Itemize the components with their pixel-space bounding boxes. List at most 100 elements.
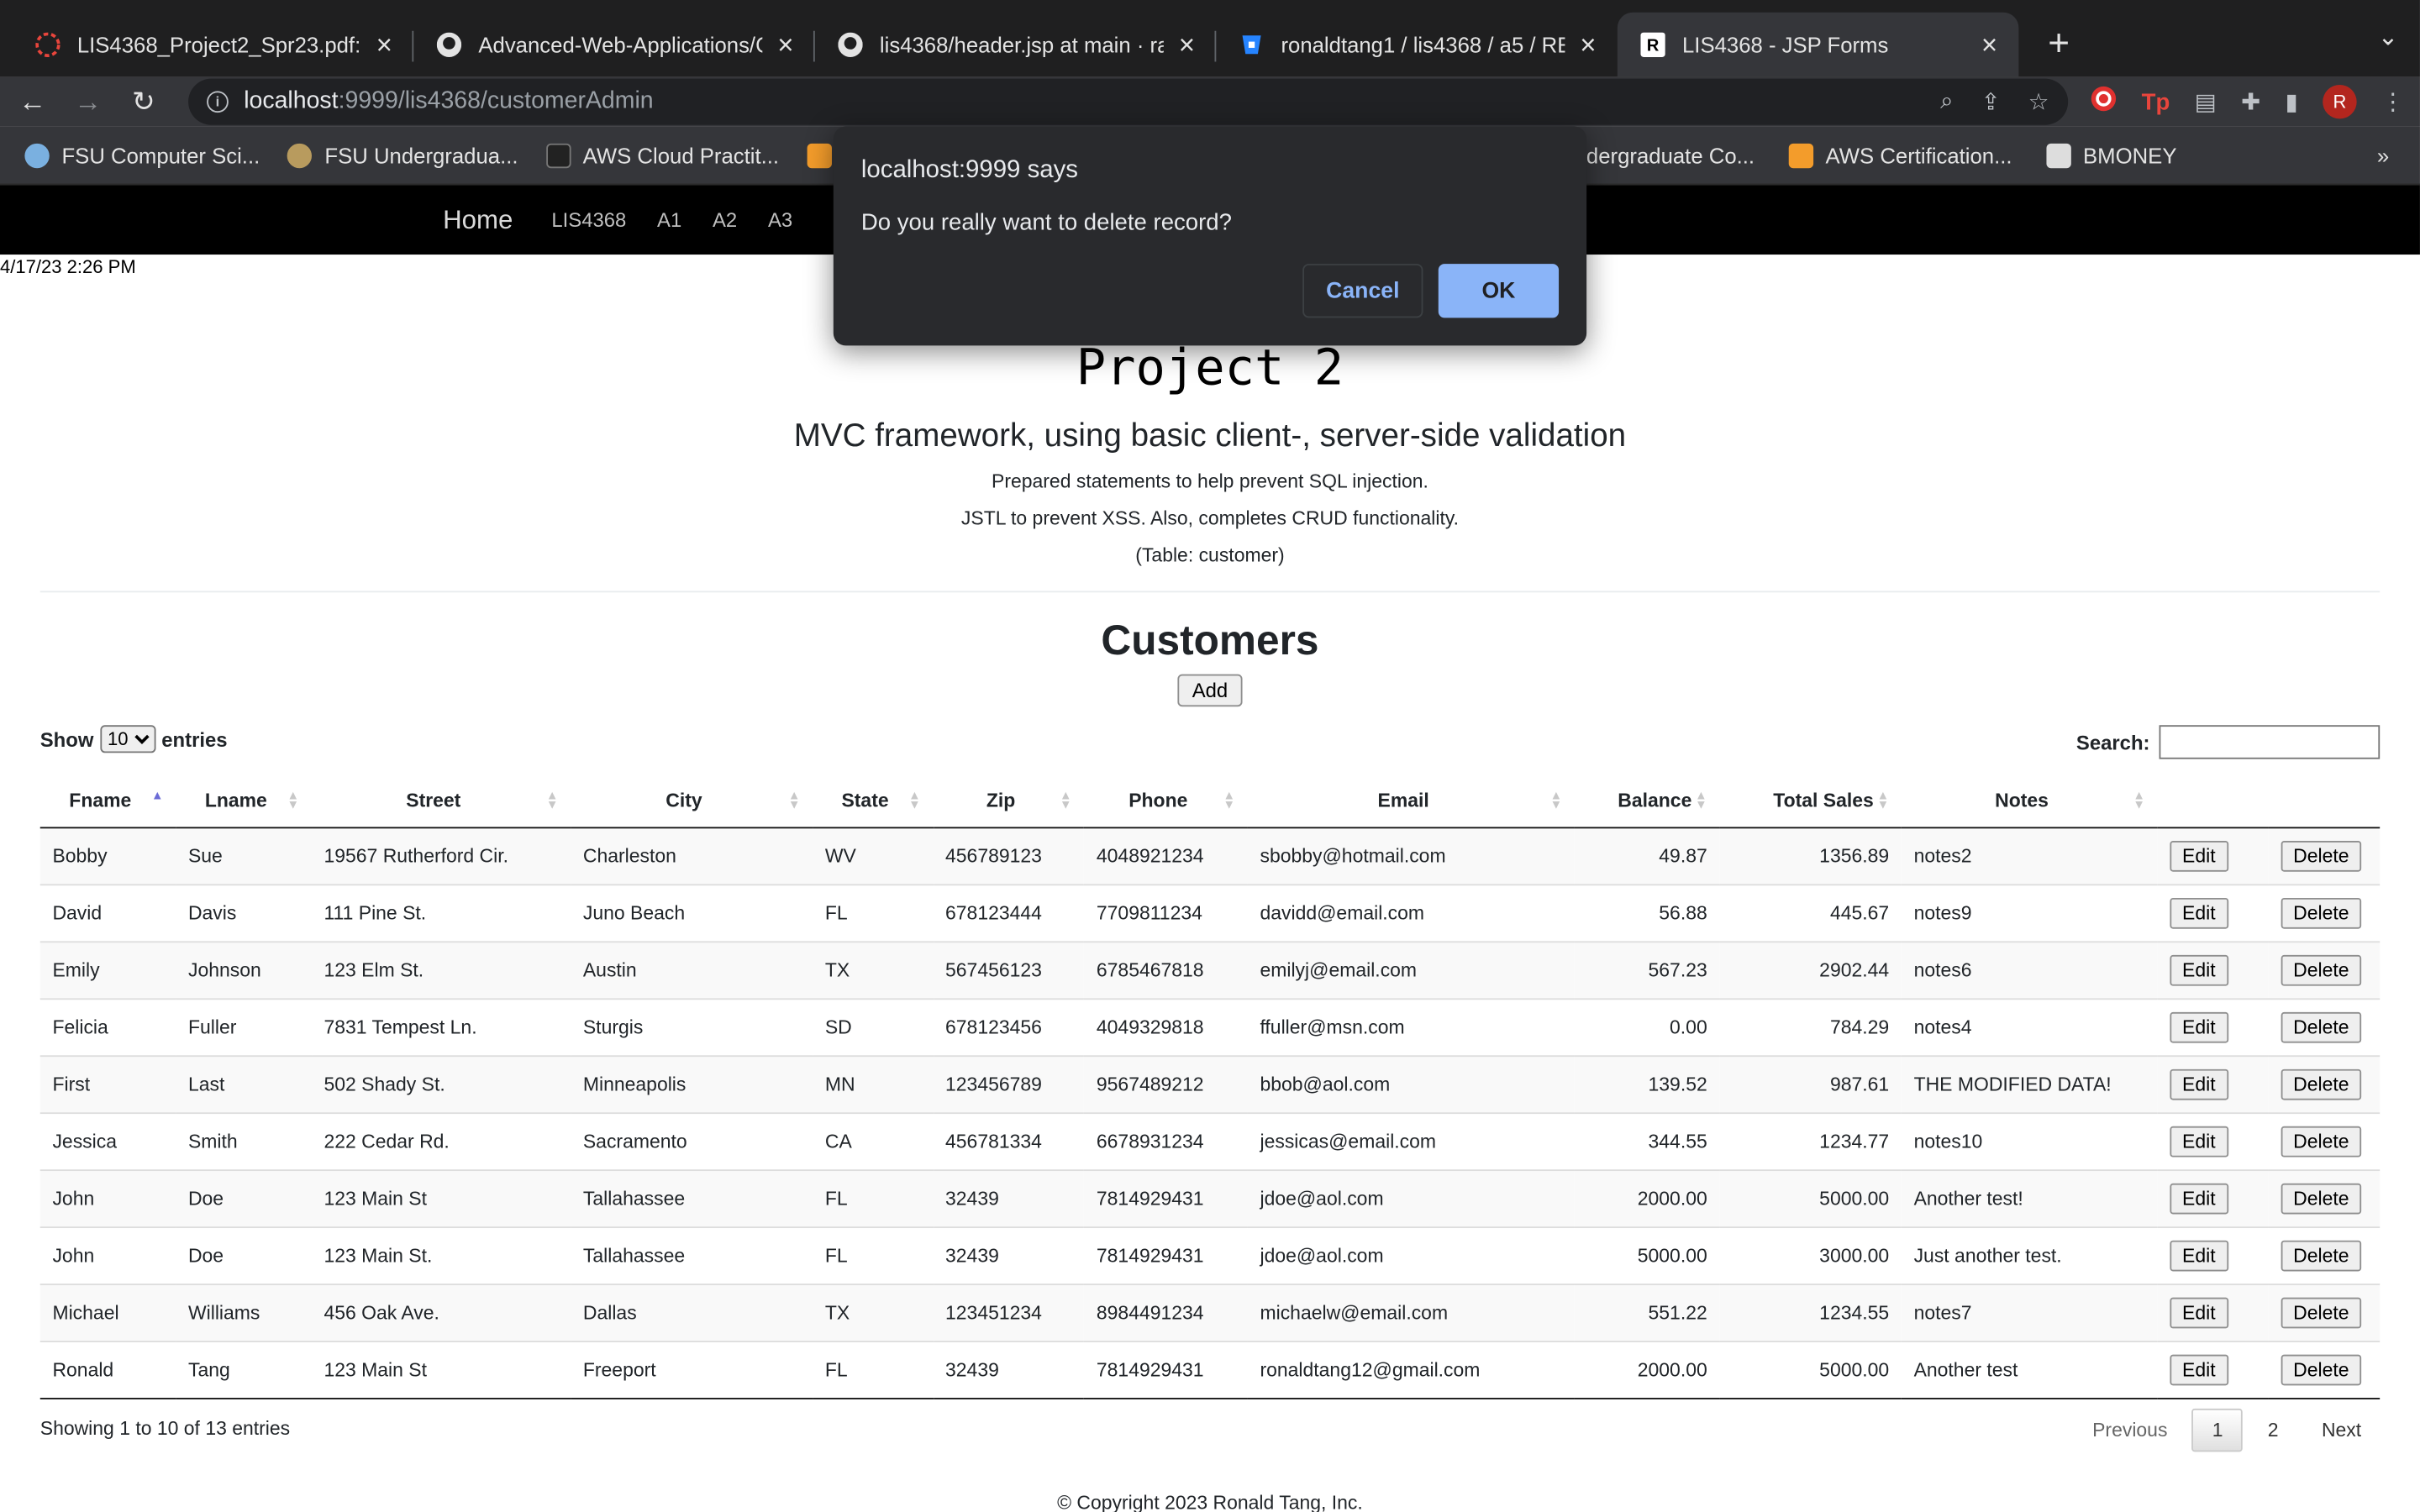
delete-button[interactable]: Delete	[2281, 840, 2362, 871]
delete-button[interactable]: Delete	[2281, 1296, 2362, 1328]
fsu-icon	[24, 142, 50, 168]
browser-tab[interactable]: lis4368/header.jsp at main · ra ×	[815, 13, 1217, 77]
column-header[interactable]: State ▲ ▼	[813, 774, 934, 828]
customers-table: Fname ▲ Lname ▲ ▼ Street ▲ ▼ City ▲ ▼ State ▲ ▼ Zip ▲ ▼ P…	[39, 774, 2381, 1399]
nav-lis4368[interactable]: LIS4368	[551, 208, 626, 232]
forward-icon[interactable]: →	[71, 85, 104, 118]
bookmark[interactable]: AWS Cloud Practit...	[545, 142, 779, 168]
table-cell: David	[39, 883, 176, 942]
profile-avatar[interactable]: R	[2323, 85, 2357, 119]
delete-button[interactable]: Delete	[2281, 897, 2362, 928]
delete-button[interactable]: Delete	[2281, 1011, 2362, 1042]
edit-button[interactable]: Edit	[2170, 1068, 2228, 1100]
table-cell: 0.00	[1574, 997, 1720, 1056]
tab-title: LIS4368 - JSP Forms	[1682, 32, 1889, 57]
close-tab-icon[interactable]: ×	[1574, 29, 1602, 61]
delete-button[interactable]: Delete	[2281, 1068, 2362, 1100]
bookmark[interactable]: FSU Computer Sci...	[24, 142, 260, 168]
more-bookmarks-icon[interactable]: »	[2377, 143, 2389, 167]
delete-button[interactable]: Delete	[2281, 953, 2362, 985]
bookmark[interactable]: Undergraduate Co...	[1559, 143, 1754, 167]
chevron-down-icon[interactable]: ⌄	[2378, 22, 2399, 53]
page-button-2[interactable]: 2	[2249, 1410, 2297, 1450]
table-row: Bobby Sue 19567 Rutherford Cir. Charleston W…	[39, 826, 2381, 885]
aws-icon	[545, 142, 571, 168]
close-tab-icon[interactable]: ×	[1975, 29, 2003, 61]
table-cell: Sue	[176, 826, 312, 885]
table-row: First Last 502 Shady St. Minneapolis MN 12345…	[39, 1054, 2381, 1113]
table-row: John Doe 123 Main St Tallahassee FL 32439 7814…	[39, 1168, 2381, 1227]
puzzle-icon[interactable]: ✚	[2241, 88, 2260, 116]
column-header[interactable]: Fname ▲	[39, 774, 176, 828]
search-input[interactable]	[2159, 725, 2381, 759]
table-cell: 7814929431	[1084, 1168, 1248, 1227]
star-icon[interactable]: ☆	[2028, 88, 2049, 116]
sidepanel-icon[interactable]: ▮	[2286, 88, 2298, 116]
edit-button[interactable]: Edit	[2170, 1296, 2228, 1328]
table-cell: 3000.00	[1719, 1226, 1902, 1284]
edit-button[interactable]: Edit	[2170, 897, 2228, 928]
column-header[interactable]: City ▲ ▼	[571, 774, 813, 828]
column-header[interactable]: Total Sales ▲ ▼	[1719, 774, 1902, 828]
share-icon[interactable]: ⇪	[1981, 88, 2001, 116]
edit-button[interactable]: Edit	[2170, 1239, 2228, 1271]
nav-a1[interactable]: A1	[657, 208, 681, 232]
entries-select[interactable]: 10	[99, 725, 155, 753]
cancel-button[interactable]: Cancel	[1302, 264, 1423, 318]
edit-button[interactable]: Edit	[2170, 953, 2228, 985]
nav-a2[interactable]: A2	[713, 208, 737, 232]
site-info-icon[interactable]: i	[207, 91, 229, 113]
column-header[interactable]: Street ▲ ▼	[311, 774, 571, 828]
close-tab-icon[interactable]: ×	[371, 29, 398, 61]
previous-button[interactable]: Previous	[2074, 1410, 2186, 1450]
ok-button[interactable]: OK	[1438, 264, 1560, 318]
browser-tab-active[interactable]: R LIS4368 - JSP Forms ×	[1617, 12, 2019, 77]
delete-button[interactable]: Delete	[2281, 1182, 2362, 1214]
back-icon[interactable]: ←	[15, 85, 49, 118]
edit-button[interactable]: Edit	[2170, 840, 2228, 871]
edit-button[interactable]: Edit	[2170, 1011, 2228, 1042]
table-cell: 8984491234	[1084, 1283, 1248, 1341]
extension-doc-icon[interactable]: ▤	[2195, 88, 2217, 116]
table-cell: First	[39, 1054, 176, 1113]
table-cell: 1234.55	[1719, 1283, 1902, 1341]
edit-button[interactable]: Edit	[2170, 1353, 2228, 1385]
sort-icon: ▲ ▼	[2133, 788, 2145, 812]
column-header[interactable]: Phone ▲ ▼	[1084, 774, 1248, 828]
column-header[interactable]: Notes ▲ ▼	[1901, 774, 2158, 828]
bookmark[interactable]: BMONEY	[2045, 142, 2176, 168]
edit-button[interactable]: Edit	[2170, 1182, 2228, 1214]
edit-button[interactable]: Edit	[2170, 1125, 2228, 1157]
nav-a3[interactable]: A3	[768, 208, 792, 232]
delete-button[interactable]: Delete	[2281, 1239, 2362, 1271]
column-header[interactable]: Email ▲ ▼	[1247, 774, 1575, 828]
close-tab-icon[interactable]: ×	[771, 29, 799, 61]
nav-home[interactable]: Home	[443, 204, 513, 235]
new-tab-icon[interactable]: +	[2031, 13, 2086, 77]
extension-tp-icon[interactable]: Tp	[2142, 89, 2170, 115]
kebab-menu-icon[interactable]: ⋮	[2381, 88, 2405, 116]
browser-tab[interactable]: Advanced-Web-Applications/C ×	[413, 13, 815, 77]
bookmark[interactable]: FSU Undergradua...	[287, 142, 518, 168]
address-bar[interactable]: i localhost:9999/lis4368/customerAdmin ⌕…	[188, 78, 2068, 125]
column-header[interactable]: Lname ▲ ▼	[176, 774, 312, 828]
bookmark[interactable]: AWS Certification...	[1788, 142, 2012, 168]
table-cell: Tang	[176, 1340, 312, 1399]
delete-button[interactable]: Delete	[2281, 1125, 2362, 1157]
next-button[interactable]: Next	[2303, 1410, 2380, 1450]
table-row: Michael Williams 456 Oak Ave. Dallas TX 12345…	[39, 1283, 2381, 1341]
zoom-icon[interactable]: ⌕	[1940, 88, 1953, 116]
add-button[interactable]: Add	[1178, 674, 1242, 707]
browser-tab[interactable]: LIS4368_Project2_Spr23.pdf: ×	[13, 13, 414, 77]
column-header[interactable]: Zip ▲ ▼	[933, 774, 1085, 828]
delete-button[interactable]: Delete	[2281, 1353, 2362, 1385]
table-cell: notes10	[1901, 1111, 2158, 1170]
browser-tab[interactable]: ronaldtang1 / lis4368 / a5 / RE/ ×	[1216, 13, 1618, 77]
table-cell: 123456789	[933, 1054, 1085, 1113]
extension-red-icon[interactable]	[2089, 85, 2117, 118]
reload-icon[interactable]: ↻	[127, 85, 160, 118]
page-button-1[interactable]: 1	[2191, 1407, 2244, 1452]
close-tab-icon[interactable]: ×	[1173, 29, 1201, 61]
bookmark[interactable]	[807, 142, 832, 168]
column-header[interactable]: Balance ▲ ▼	[1574, 774, 1720, 828]
